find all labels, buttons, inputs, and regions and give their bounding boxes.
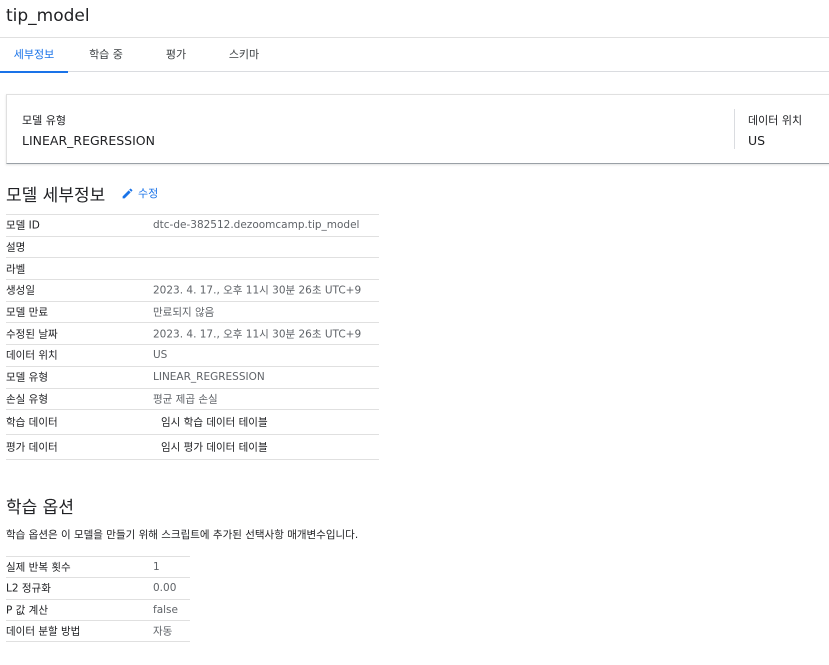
- table-row: 모델 ID dtc-de-382512.dezoomcamp.tip_model: [6, 215, 379, 237]
- table-row: 평가 데이터 임시 평가 데이터 테이블: [6, 435, 379, 461]
- summary-location-label: 데이터 위치: [748, 114, 803, 127]
- table-row: 학습 데이터 임시 학습 데이터 테이블: [6, 410, 379, 436]
- edit-details-button[interactable]: 수정: [121, 184, 158, 202]
- row-value: 1: [153, 561, 160, 574]
- summary-divider: [734, 109, 735, 149]
- summary-location-value: US: [748, 133, 766, 148]
- row-key: 설명: [6, 241, 26, 254]
- row-value: 만료되지 않음: [153, 306, 215, 319]
- table-row: 설명: [6, 237, 379, 259]
- training-options-description: 학습 옵션은 이 모델을 만들기 위해 스크립트에 추가된 선택사항 매개변수입…: [6, 529, 359, 541]
- table-row: 모델 만료 만료되지 않음: [6, 302, 379, 324]
- row-value: US: [153, 349, 168, 362]
- tab-bar: 세부정보 학습 중 평가 스키마: [0, 37, 829, 73]
- row-value: 2023. 4. 17., 오후 11시 30분 26초 UTC+9: [153, 328, 362, 341]
- row-value: 0.00: [153, 582, 177, 595]
- edit-label: 수정: [138, 187, 159, 200]
- table-row: 손실 유형 평균 제곱 손실: [6, 389, 379, 411]
- model-details-table: 모델 ID dtc-de-382512.dezoomcamp.tip_model…: [6, 214, 379, 461]
- row-key: 생성일: [6, 284, 35, 297]
- row-key: 평가 데이터: [6, 441, 58, 454]
- row-key: 수정된 날짜: [6, 328, 58, 341]
- table-row: P 값 계산 false: [6, 600, 190, 621]
- row-value: 자동: [153, 625, 173, 638]
- row-value: false: [153, 603, 178, 616]
- training-data-link[interactable]: 임시 학습 데이터 테이블: [161, 415, 268, 430]
- row-key: 학습 데이터: [6, 416, 58, 429]
- tab-details[interactable]: 세부정보: [0, 38, 68, 73]
- table-row: 수정된 날짜 2023. 4. 17., 오후 11시 30분 26초 UTC+…: [6, 323, 379, 346]
- table-row: 실제 반복 횟수 1: [6, 557, 190, 579]
- row-key: L2 정규화: [6, 582, 51, 595]
- table-row: 라벨: [6, 258, 379, 281]
- evaluation-data-link[interactable]: 임시 평가 데이터 테이블: [161, 440, 268, 455]
- row-key: 데이터 위치: [6, 349, 58, 362]
- row-key: P 값 계산: [6, 604, 48, 617]
- summary-model-type-label: 모델 유형: [22, 114, 66, 127]
- row-value: 2023. 4. 17., 오후 11시 30분 26초 UTC+9: [153, 284, 362, 297]
- training-options-table: 실제 반복 횟수 1 L2 정규화 0.00 P 값 계산 false 데이터 …: [6, 556, 190, 643]
- row-key: 라벨: [6, 263, 26, 276]
- row-key: 데이터 분할 방법: [6, 625, 81, 638]
- row-key: 모델 ID: [6, 219, 40, 232]
- row-value: 평균 제곱 손실: [153, 393, 218, 406]
- row-value: dtc-de-382512.dezoomcamp.tip_model: [153, 219, 360, 232]
- row-key: 모델 만료: [6, 306, 48, 319]
- table-row: 모델 유형 LINEAR_REGRESSION: [6, 367, 379, 389]
- model-details-page: tip_model 세부정보 학습 중 평가 스키마 모델 유형 LINEAR_…: [0, 0, 829, 665]
- row-value: LINEAR_REGRESSION: [153, 371, 265, 384]
- page-title: tip_model: [6, 6, 90, 26]
- table-row: 생성일 2023. 4. 17., 오후 11시 30분 26초 UTC+9: [6, 280, 379, 302]
- table-row: 데이터 위치 US: [6, 345, 379, 367]
- tab-schema[interactable]: 스키마: [222, 38, 266, 72]
- model-summary-card: 모델 유형 LINEAR_REGRESSION 데이터 위치 US: [6, 94, 829, 164]
- table-row: L2 정규화 0.00: [6, 578, 190, 600]
- row-key: 모델 유형: [6, 371, 48, 384]
- model-details-heading: 모델 세부정보: [6, 186, 106, 206]
- pencil-icon: [122, 188, 133, 198]
- training-options-heading: 학습 옵션: [6, 498, 74, 518]
- summary-model-type-value: LINEAR_REGRESSION: [22, 133, 155, 148]
- row-key: 실제 반복 횟수: [6, 561, 71, 574]
- row-key: 손실 유형: [6, 393, 48, 406]
- tab-training[interactable]: 학습 중: [79, 38, 133, 72]
- table-row: 데이터 분할 방법 자동: [6, 621, 190, 643]
- tab-evaluation[interactable]: 평가: [160, 38, 192, 72]
